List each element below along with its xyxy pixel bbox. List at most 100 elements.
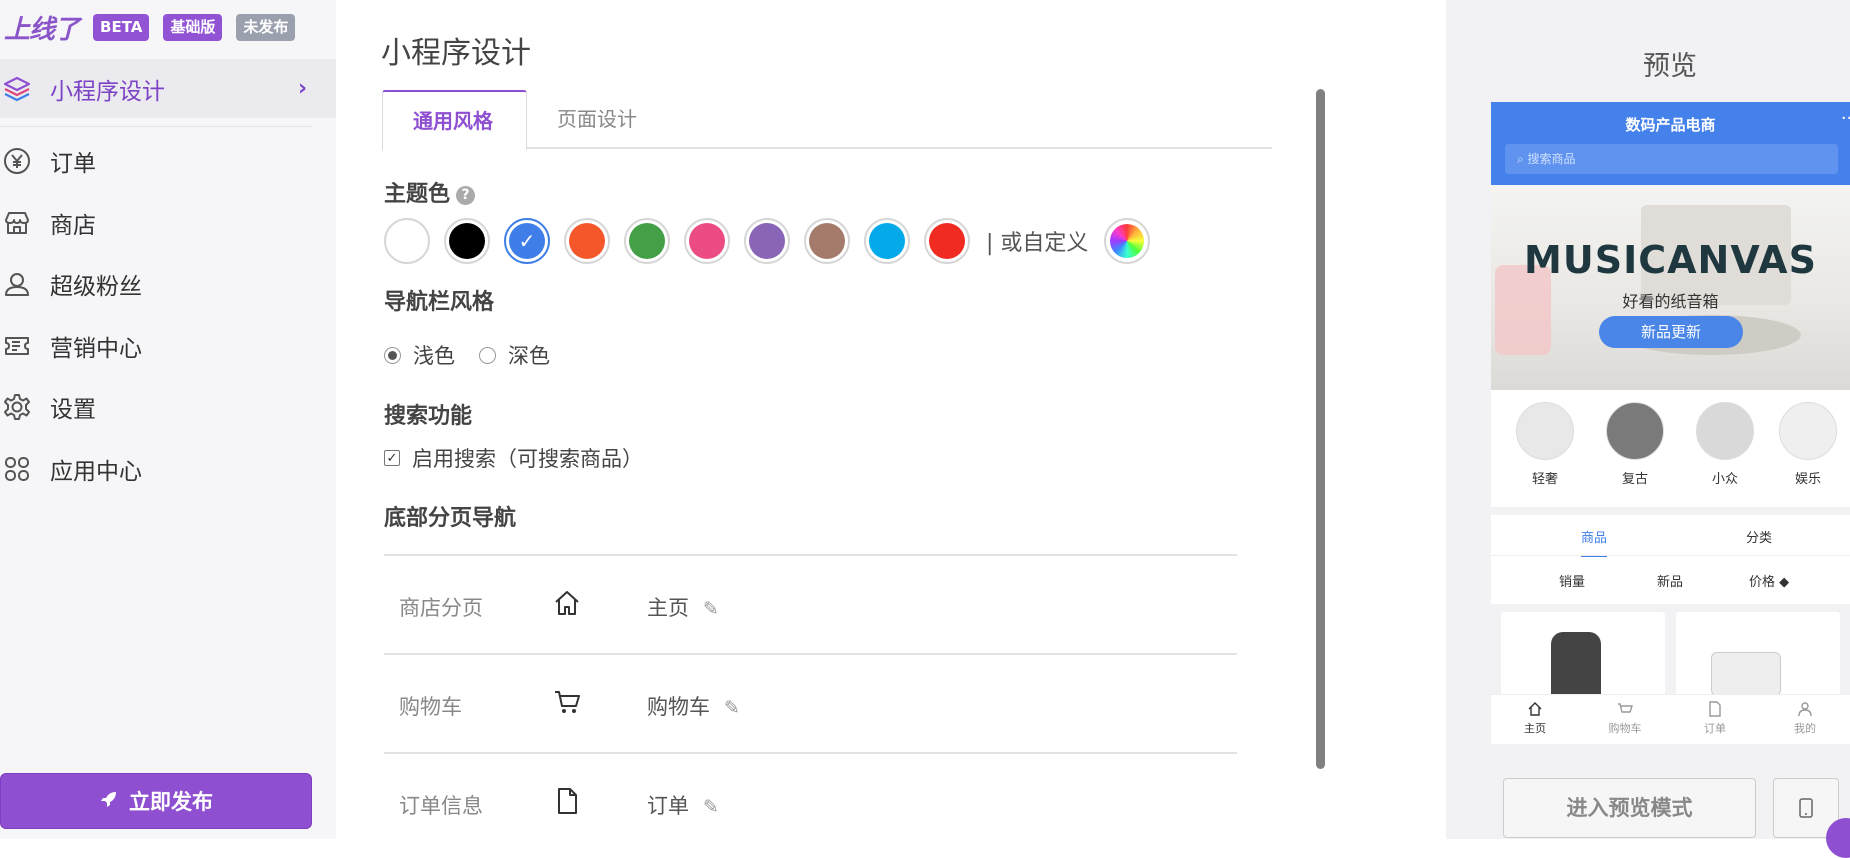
sidebar-item-label: 应用中心 [50,459,142,485]
nav-row-name: 商店分页 [399,596,483,620]
color-swatch-purple[interactable] [744,218,790,264]
theme-color-label: 主题色 [384,182,451,207]
category-item[interactable]: 复古 [1600,402,1670,487]
pencil-icon[interactable]: ✎ [703,796,719,818]
sidebar-item-app-center[interactable]: 应用中心 [0,444,336,494]
phone-tab-categories[interactable]: 分类 [1746,527,1772,546]
color-swatch-black[interactable] [444,218,490,264]
category-item[interactable]: 小众 [1690,402,1760,487]
category-image [1696,402,1754,460]
nav-row-name: 购物车 [399,695,462,719]
product-image [1551,632,1601,696]
main-content: 小程序设计 通用风格 页面设计 主题色? ✓ | 或自定义 导航栏风格 浅色 深… [336,0,1446,839]
tab-page-design[interactable]: 页面设计 [527,90,667,149]
color-swatch-orange[interactable] [564,218,610,264]
swatch-fill [449,223,485,259]
product-card[interactable] [1676,612,1840,696]
pencil-icon[interactable]: ✎ [724,697,740,719]
phone-tab-products[interactable]: 商品 [1581,527,1607,546]
tabbar-item-orders[interactable]: 订单 [1685,701,1745,736]
sidebar-item-super-fans[interactable]: 超级粉丝 [0,259,336,309]
more-icon[interactable]: ··· [1841,108,1850,129]
home-icon[interactable] [552,588,582,618]
color-swatch-green[interactable] [624,218,670,264]
banner-button[interactable]: 新品更新 [1599,316,1743,348]
bottom-nav-table: 商店分页 主页 ✎ 购物车 购物车 ✎ 订单信息 订单 ✎ [384,554,1237,851]
sidebar-item-label: 订单 [50,151,96,177]
enable-search-checkbox[interactable]: ✓ [384,450,400,466]
nav-row-text: 订单 ✎ [647,790,719,820]
sidebar-item-store[interactable]: 商店 [0,198,336,248]
plan-badge: 基础版 [163,13,223,41]
tab-general-style[interactable]: 通用风格 [382,90,527,151]
user-icon [2,269,32,299]
help-icon[interactable]: ? [456,186,476,205]
table-row: 订单信息 订单 ✎ [384,752,1237,851]
document-icon[interactable] [552,786,582,816]
page-title: 小程序设计 [381,36,531,71]
custom-color-label: | 或自定义 [986,231,1089,256]
category-item[interactable]: 娱乐 [1773,402,1843,487]
preview-panel: 预览 数码产品电商 ··· ⌕ 搜索商品 MUSICANVAS 好看的纸音箱 新… [1446,0,1850,858]
swatch-fill [629,223,665,259]
brand-logo[interactable]: 上线了 [4,9,80,46]
phone-tabs: 商品 分类 [1491,507,1850,557]
chevron-right-icon: › [298,76,308,101]
preview-title: 预览 [1643,51,1697,82]
radio-dark[interactable] [479,346,496,364]
sidebar-item-label: 小程序设计 [50,78,165,105]
sidebar-item-label: 设置 [50,397,96,423]
color-swatch-brown[interactable] [804,218,850,264]
sidebar-item-settings[interactable]: 设置 [0,382,336,432]
nav-row-text: 主页 ✎ [647,592,719,622]
phone-search-input[interactable]: ⌕ 搜索商品 [1505,144,1838,174]
brand-bar: 上线了 BETA 基础版 未发布 [4,12,296,45]
sort-sales[interactable]: 销量 [1559,571,1585,590]
product-card[interactable] [1501,612,1665,696]
swatch-fill: ✓ [509,223,545,259]
sort-new[interactable]: 新品 [1657,571,1683,590]
tabbar-item-me[interactable]: 我的 [1775,701,1835,736]
product-image [1711,652,1781,696]
beta-badge: BETA [93,13,150,41]
sidebar-item-marketing[interactable]: 营销中心 [0,321,336,371]
radio-dark-label[interactable]: 深色 [508,340,550,370]
swatch-fill [929,223,965,259]
swatch-fill [809,223,845,259]
category-item[interactable]: 轻奢 [1510,402,1580,487]
category-image [1606,402,1664,460]
store-icon [2,208,32,238]
phone-preview: 数码产品电商 ··· ⌕ 搜索商品 MUSICANVAS 好看的纸音箱 新品更新… [1491,102,1850,744]
color-swatch-white[interactable] [384,218,430,264]
search-icon: ⌕ [1517,152,1528,166]
tabbar-item-cart[interactable]: 购物车 [1595,701,1655,736]
enter-preview-button[interactable]: 进入预览模式 [1503,778,1756,838]
theme-color-heading: 主题色? [384,176,476,208]
cart-icon[interactable] [552,687,582,717]
nav-row-text-value: 主页 [647,596,689,620]
publish-label: 立即发布 [129,790,213,814]
color-swatch-cyan[interactable] [864,218,910,264]
sort-price[interactable]: 价格 ◆ [1749,571,1789,590]
tabbar-label: 订单 [1704,722,1726,735]
pencil-icon[interactable]: ✎ [703,598,719,620]
swatch-fill [689,223,725,259]
radio-light-label[interactable]: 浅色 [413,340,455,370]
custom-color-picker[interactable] [1104,218,1151,264]
publish-button[interactable]: 立即发布 [0,773,312,829]
document-icon [1709,701,1721,717]
sidebar-item-label: 商店 [50,213,96,239]
color-swatch-pink[interactable] [684,218,730,264]
phone-header: 数码产品电商 ··· ⌕ 搜索商品 [1491,102,1850,185]
main-scrollbar[interactable] [1316,89,1325,769]
tab-bar: 通用风格 页面设计 [382,90,1272,151]
radio-light[interactable] [384,346,401,364]
store-title: 数码产品电商 [1625,116,1716,134]
enable-search-label[interactable]: 启用搜索（可搜索商品） [412,443,643,473]
tabbar-item-home[interactable]: 主页 [1505,701,1565,736]
color-swatch-red[interactable] [924,218,970,264]
sidebar-item-miniprogram-design[interactable]: 小程序设计 › [0,59,336,118]
color-swatch-blue[interactable]: ✓ [504,218,550,264]
sort-bar: 销量 新品 价格 ◆ [1491,555,1850,603]
sidebar-item-orders[interactable]: 订单 [0,136,336,186]
